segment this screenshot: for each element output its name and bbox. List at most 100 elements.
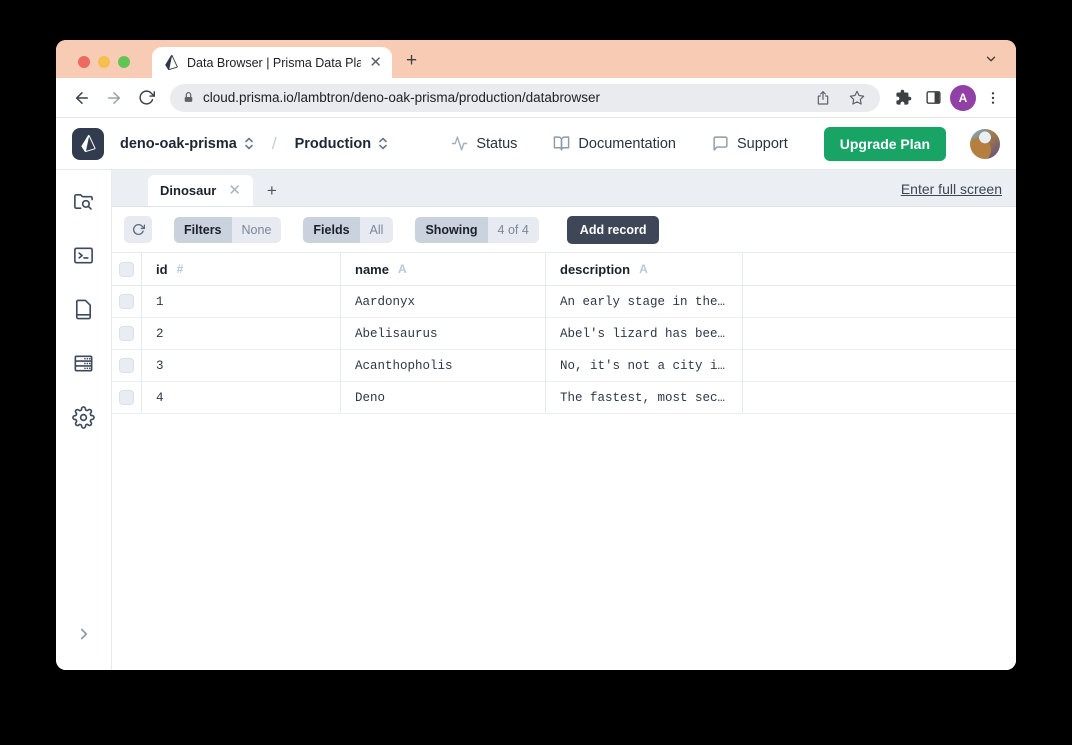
close-window-button[interactable] [78,56,90,68]
server-rack-icon [74,354,93,372]
nav-status[interactable]: Status [451,135,517,152]
chat-bubble-icon [713,136,728,151]
nav-status-label: Status [476,135,518,152]
data-grid: id # name A description A 1 Aardonyx An … [112,253,1016,670]
row-checkbox[interactable] [119,326,134,341]
cell-description[interactable]: Abel's lizard has bee… [546,318,743,349]
int-type-icon: # [176,262,184,276]
row-checkbox[interactable] [119,358,134,373]
app-body: Dinosaur ✕ + Enter full screen Filters N… [56,170,1016,670]
sidebar-item-data-browser[interactable] [71,188,97,214]
minimize-window-button[interactable] [98,56,110,68]
sidebar-item-settings[interactable] [71,404,97,430]
folder-search-icon [74,193,93,210]
filters-value: None [231,216,282,243]
new-tab-button[interactable]: + [406,51,417,70]
column-name: name [355,261,389,277]
refresh-icon [132,223,145,235]
reload-button[interactable] [132,84,160,112]
cell-name[interactable]: Abelisaurus [341,318,546,349]
terminal-icon [74,246,93,264]
environment-selector[interactable]: Production [295,136,389,152]
tab-search-chevron-icon[interactable] [984,52,998,66]
cell-description[interactable]: An early stage in the… [546,286,743,317]
bookmark-star-icon[interactable] [844,85,870,111]
sidebar-item-schema[interactable] [71,296,97,322]
back-button[interactable] [68,84,96,112]
forward-button[interactable] [100,84,128,112]
nav-support[interactable]: Support [712,135,788,152]
sidebar-item-query-console[interactable] [71,242,97,268]
cell-name[interactable]: Aardonyx [341,286,546,317]
table-header-row: id # name A description A [112,253,1016,286]
table-row[interactable]: 1 Aardonyx An early stage in the… [112,286,1016,318]
app-header: deno-oak-prisma / Production Status Docu… [56,118,1016,170]
cell-id[interactable]: 4 [142,382,341,413]
project-name: deno-oak-prisma [120,135,237,152]
filters-segment[interactable]: Filters None [174,216,282,243]
column-header-id[interactable]: id # [142,253,341,285]
address-bar[interactable]: cloud.prisma.io/lambtron/deno-oak-prisma… [170,83,880,112]
cell-name[interactable]: Acanthopholis [341,350,546,381]
showing-label: Showing [415,216,488,243]
add-model-tab-button[interactable]: + [267,182,277,199]
prisma-favicon-icon [164,55,179,70]
table-row[interactable]: 2 Abelisaurus Abel's lizard has bee… [112,318,1016,350]
maximize-window-button[interactable] [118,56,130,68]
gear-icon [72,405,95,429]
showing-segment[interactable]: Showing 4 of 4 [415,216,539,243]
cell-id[interactable]: 1 [142,286,341,317]
cell-description[interactable]: No, it's not a city i… [546,350,743,381]
select-all-cell [112,253,142,285]
breadcrumb-slash: / [271,133,277,153]
row-checkbox[interactable] [119,390,134,405]
row-select-cell [112,350,142,381]
main-panel: Dinosaur ✕ + Enter full screen Filters N… [112,170,1016,670]
nav-support-label: Support [736,135,788,152]
user-avatar[interactable] [970,128,1000,159]
row-select-cell [112,318,142,349]
sidebar-item-databases[interactable] [71,350,97,376]
cell-id[interactable]: 3 [142,350,341,381]
model-tab-dinosaur[interactable]: Dinosaur ✕ [148,175,253,206]
cell-name[interactable]: Deno [341,382,546,413]
string-type-icon: A [397,262,407,276]
share-icon[interactable] [810,85,836,111]
fields-label: Fields [303,216,360,243]
refresh-button[interactable] [124,216,152,243]
fields-segment[interactable]: Fields All [303,216,394,243]
browser-tab-title: Data Browser | Prisma Data Pla [187,55,362,70]
book-open-icon [554,136,570,151]
window-controls [78,56,130,68]
row-select-cell [112,286,142,317]
project-selector[interactable]: deno-oak-prisma [120,136,254,152]
cell-id[interactable]: 2 [142,318,341,349]
browser-tab[interactable]: Data Browser | Prisma Data Pla ✕ [152,47,392,78]
select-all-checkbox[interactable] [119,261,134,277]
menu-dots-icon[interactable] [980,85,1006,111]
sidebar-expand-chevron-icon[interactable] [75,625,93,648]
nav-documentation[interactable]: Documentation [553,135,676,152]
column-header-description[interactable]: description A [546,253,743,285]
environment-name: Production [294,135,372,152]
enter-fullscreen-link[interactable]: Enter full screen [901,181,1002,197]
row-checkbox[interactable] [119,294,134,309]
fields-value: All [359,216,394,243]
add-record-button[interactable]: Add record [566,215,660,244]
tab-close-icon[interactable]: ✕ [369,55,382,70]
model-tab-close-icon[interactable]: ✕ [228,183,241,198]
column-header-name[interactable]: name A [341,253,546,285]
row-select-cell [112,382,142,413]
cell-description[interactable]: The fastest, most sec… [546,382,743,413]
side-panel-icon[interactable] [920,85,946,111]
upgrade-plan-button[interactable]: Upgrade Plan [823,126,946,161]
table-row[interactable]: 3 Acanthopholis No, it's not a city i… [112,350,1016,382]
selector-chevrons-icon [245,137,253,150]
prisma-logo[interactable] [72,127,104,160]
browser-profile-avatar[interactable]: A [950,84,976,111]
table-row[interactable]: 4 Deno The fastest, most sec… [112,382,1016,414]
lock-icon [182,91,195,104]
showing-value: 4 of 4 [487,216,539,243]
header-filler [743,253,1016,285]
extensions-puzzle-icon[interactable] [890,85,916,111]
